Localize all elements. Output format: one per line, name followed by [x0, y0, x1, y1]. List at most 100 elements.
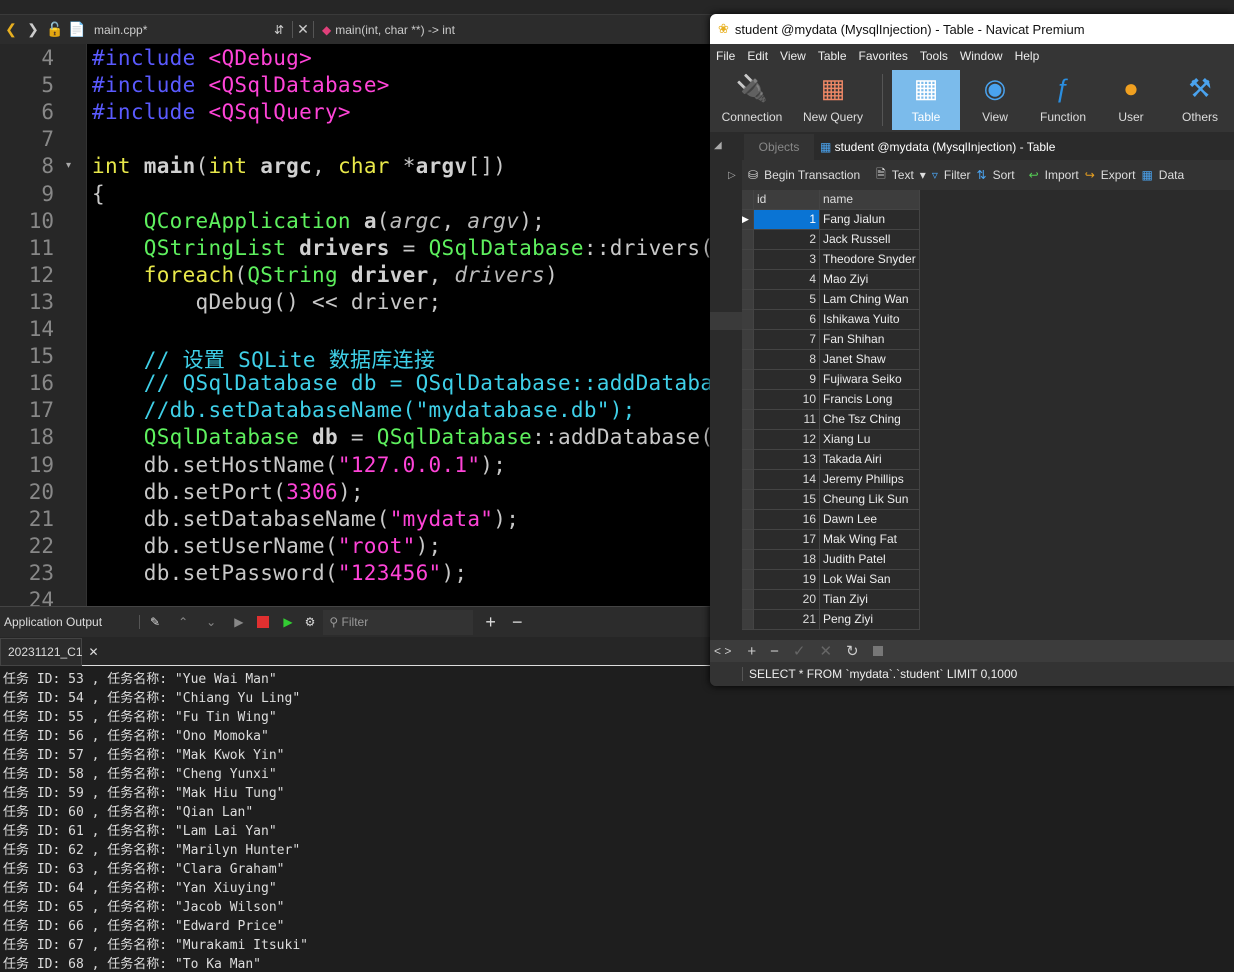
forward-icon[interactable]: ❯: [22, 21, 44, 38]
cell-name[interactable]: Jack Russell: [820, 230, 920, 250]
clear-icon[interactable]: ✎: [150, 615, 160, 629]
row-indicator[interactable]: [742, 310, 754, 330]
column-header-name[interactable]: name: [820, 190, 920, 210]
close-file-icon[interactable]: ✕: [292, 21, 314, 38]
toolbar-new-query[interactable]: ▦ New Query: [794, 70, 872, 130]
cell-id[interactable]: 20: [754, 590, 820, 610]
row-indicator[interactable]: [742, 550, 754, 570]
cell-name[interactable]: Mao Ziyi: [820, 270, 920, 290]
tree-expand-icon[interactable]: ◢: [710, 132, 742, 160]
zoom-out-icon[interactable]: −: [512, 612, 523, 633]
apply-icon[interactable]: ✓: [793, 642, 806, 660]
cell-id[interactable]: 7: [754, 330, 820, 350]
menu-window[interactable]: Window: [954, 49, 1009, 63]
table-row[interactable]: 17 Mak Wing Fat: [742, 530, 920, 550]
cell-name[interactable]: Fang Jialun: [820, 210, 920, 230]
cell-name[interactable]: Theodore Snyder: [820, 250, 920, 270]
toolbar-view[interactable]: ◉ View: [962, 70, 1028, 130]
table-row[interactable]: 18 Judith Patel: [742, 550, 920, 570]
row-indicator[interactable]: [742, 410, 754, 430]
cell-name[interactable]: Peng Ziyi: [820, 610, 920, 630]
cell-id[interactable]: 11: [754, 410, 820, 430]
cell-id[interactable]: 17: [754, 530, 820, 550]
data-button[interactable]: Data: [1159, 168, 1184, 182]
toolbar-others[interactable]: ⚒ Others: [1166, 70, 1234, 130]
table-row[interactable]: 10 Francis Long: [742, 390, 920, 410]
stop-icon[interactable]: [872, 646, 883, 656]
zoom-in-icon[interactable]: +: [485, 612, 496, 633]
row-indicator[interactable]: [742, 250, 754, 270]
cell-name[interactable]: Takada Airi: [820, 450, 920, 470]
table-row[interactable]: 3 Theodore Snyder: [742, 250, 920, 270]
row-indicator[interactable]: [742, 590, 754, 610]
cell-name[interactable]: Tian Ziyi: [820, 590, 920, 610]
cell-id[interactable]: 18: [754, 550, 820, 570]
row-indicator[interactable]: [742, 450, 754, 470]
table-row[interactable]: 13 Takada Airi: [742, 450, 920, 470]
tab-student-table[interactable]: ▦ student @mydata (MysqlInjection) - Tab…: [816, 134, 1062, 160]
cell-name[interactable]: Fujiwara Seiko: [820, 370, 920, 390]
import-button[interactable]: Import: [1045, 168, 1079, 182]
cell-id[interactable]: 14: [754, 470, 820, 490]
cell-name[interactable]: Cheung Lik Sun: [820, 490, 920, 510]
cell-id[interactable]: 4: [754, 270, 820, 290]
table-row[interactable]: 20 Tian Ziyi: [742, 590, 920, 610]
close-tab-icon[interactable]: ✕: [89, 645, 99, 659]
table-row[interactable]: 19 Lok Wai San: [742, 570, 920, 590]
cell-name[interactable]: Xiang Lu: [820, 430, 920, 450]
debug-run-icon[interactable]: ▶: [283, 615, 292, 629]
cell-id[interactable]: 8: [754, 350, 820, 370]
toolbar-connection[interactable]: 🔌 Connection: [714, 70, 790, 130]
prev-next-icon[interactable]: < >: [714, 644, 731, 658]
column-header-id[interactable]: id: [754, 190, 820, 210]
output-filter-input[interactable]: ⚲ Filter: [323, 609, 474, 635]
text-button[interactable]: Text: [892, 168, 914, 182]
updown-icon[interactable]: ⇵: [274, 23, 292, 37]
tree-selected-item[interactable]: [710, 312, 742, 330]
cell-id[interactable]: 3: [754, 250, 820, 270]
down-icon[interactable]: ⌄: [206, 615, 216, 629]
toolbar-function[interactable]: ƒ Function: [1030, 70, 1096, 130]
table-row[interactable]: 4 Mao Ziyi: [742, 270, 920, 290]
back-icon[interactable]: ❮: [0, 21, 22, 38]
row-indicator[interactable]: [742, 490, 754, 510]
toolbar-table[interactable]: ▦ Table: [892, 70, 960, 130]
cell-name[interactable]: Fan Shihan: [820, 330, 920, 350]
row-indicator[interactable]: [742, 570, 754, 590]
tab-objects[interactable]: Objects: [744, 134, 814, 160]
lock-icon[interactable]: 🔓: [44, 21, 66, 38]
cell-id[interactable]: 6: [754, 310, 820, 330]
cell-id[interactable]: 16: [754, 510, 820, 530]
row-indicator[interactable]: [742, 290, 754, 310]
gear-icon[interactable]: ⚙: [305, 615, 316, 629]
menu-view[interactable]: View: [774, 49, 812, 63]
object-tree[interactable]: ▷: [710, 160, 742, 640]
table-row[interactable]: 16 Dawn Lee: [742, 510, 920, 530]
table-row[interactable]: 15 Cheung Lik Sun: [742, 490, 920, 510]
fold-icon[interactable]: ▾: [66, 160, 71, 171]
row-indicator[interactable]: [742, 470, 754, 490]
cell-id[interactable]: 5: [754, 290, 820, 310]
stop-icon[interactable]: [257, 616, 270, 628]
row-indicator[interactable]: [742, 270, 754, 290]
table-row[interactable]: 14 Jeremy Phillips: [742, 470, 920, 490]
cell-id[interactable]: 13: [754, 450, 820, 470]
row-indicator[interactable]: [742, 430, 754, 450]
code-editor[interactable]: #include <QDebug> #include <QSqlDatabase>…: [86, 44, 710, 606]
table-row[interactable]: 21 Peng Ziyi: [742, 610, 920, 630]
row-indicator[interactable]: [742, 610, 754, 630]
table-row[interactable]: 5 Lam Ching Wan: [742, 290, 920, 310]
row-indicator[interactable]: [742, 370, 754, 390]
cell-name[interactable]: Francis Long: [820, 390, 920, 410]
menu-tools[interactable]: Tools: [914, 49, 954, 63]
cell-id[interactable]: 2: [754, 230, 820, 250]
menu-table[interactable]: Table: [812, 49, 853, 63]
cell-id[interactable]: 1: [754, 210, 820, 230]
discard-icon[interactable]: ✕: [819, 642, 832, 660]
add-record-icon[interactable]: +: [747, 643, 756, 660]
row-indicator[interactable]: [742, 230, 754, 250]
cell-name[interactable]: Ishikawa Yuito: [820, 310, 920, 330]
output-log[interactable]: 任务 ID: 53 , 任务名称: "Yue Wai Man" 任务 ID: 54…: [0, 667, 710, 972]
row-indicator[interactable]: [742, 530, 754, 550]
cell-name[interactable]: Janet Shaw: [820, 350, 920, 370]
